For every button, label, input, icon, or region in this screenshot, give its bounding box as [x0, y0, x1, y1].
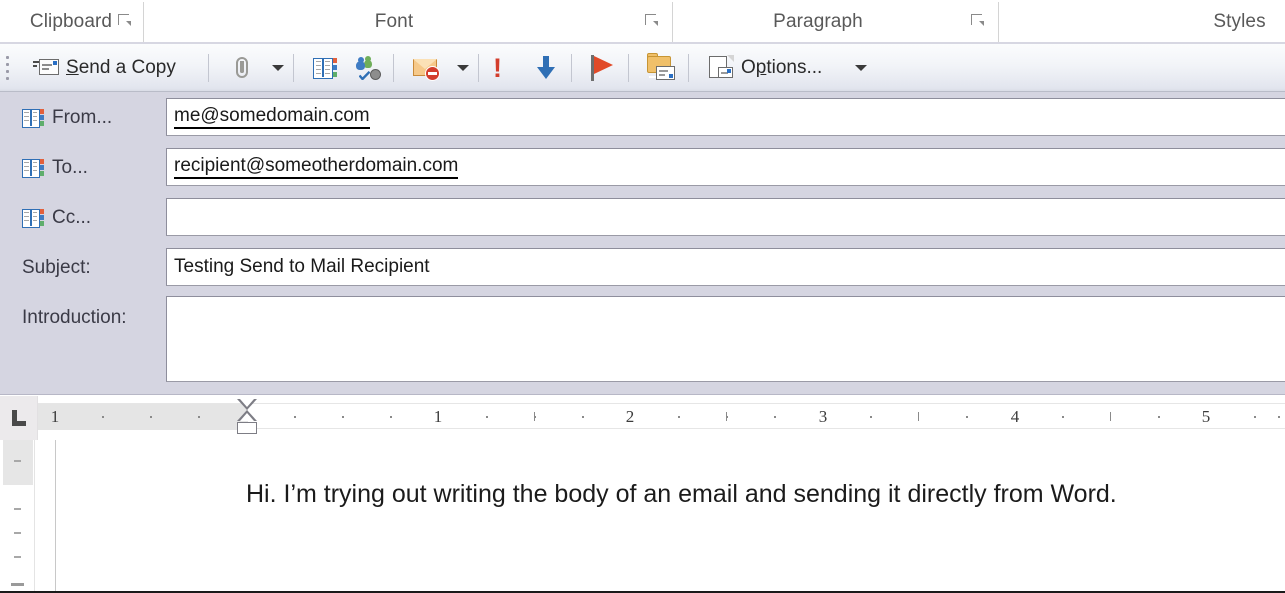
subject-value: Testing Send to Mail Recipient	[174, 256, 430, 277]
save-sent-to-button[interactable]	[640, 50, 682, 86]
word-mail-envelope-screen: Clipboard Font Paragraph Styles Send a C…	[0, 0, 1285, 593]
exclamation-icon: !	[493, 52, 502, 83]
introduction-field[interactable]	[166, 296, 1285, 382]
ribbon-group-label-paragraph: Paragraph	[773, 11, 863, 32]
address-book-icon	[313, 57, 337, 79]
ruler-number: 1	[50, 407, 60, 426]
ruler-left-margin-zone	[38, 404, 248, 430]
send-a-copy-label: Send a Copy	[66, 57, 176, 78]
toolbar-separator-5	[571, 54, 572, 82]
ribbon-group-paragraph: Paragraph	[673, 0, 963, 44]
do-not-deliver-button[interactable]	[406, 50, 446, 86]
address-book-icon	[22, 108, 44, 128]
cc-label-button[interactable]: Cc...	[22, 202, 91, 234]
envelope-header-pane: From... me@somedomain.com To... recipien…	[0, 92, 1285, 395]
from-value: me@somedomain.com	[174, 105, 370, 129]
to-field[interactable]: recipient@someotherdomain.com	[166, 148, 1285, 186]
options-button[interactable]: Options...	[700, 50, 831, 86]
address-book-button[interactable]	[306, 50, 344, 86]
to-label-button[interactable]: To...	[22, 152, 88, 184]
ruler-number: 1	[433, 407, 443, 426]
chevron-down-icon	[457, 65, 469, 71]
do-not-deliver-dropdown-button[interactable]	[450, 50, 476, 86]
left-indent-marker[interactable]	[237, 422, 257, 434]
attach-file-button[interactable]	[225, 50, 259, 86]
cc-field[interactable]	[166, 198, 1285, 236]
paragraph-dialog-launcher-icon[interactable]	[971, 14, 984, 27]
toolbar-separator-4	[478, 54, 479, 82]
toolbar-separator-2	[293, 54, 294, 82]
to-value: recipient@someotherdomain.com	[174, 155, 459, 179]
options-dropdown-button[interactable]	[848, 50, 874, 86]
tab-stop-selector-button[interactable]	[0, 396, 38, 440]
down-arrow-icon	[536, 56, 556, 80]
chevron-down-icon	[272, 65, 284, 71]
introduction-label: Introduction:	[22, 302, 127, 334]
options-page-icon	[709, 55, 734, 80]
ribbon-group-font: Font	[144, 0, 644, 44]
flag-icon	[591, 55, 615, 81]
document-area: Hi. I’m trying out writing the body of a…	[0, 440, 1285, 593]
envelope-toolbar: Send a Copy ! Options...	[0, 44, 1285, 92]
low-importance-button[interactable]	[528, 50, 564, 86]
vertical-ruler-margin-zone	[3, 440, 33, 485]
attach-file-dropdown-button[interactable]	[265, 50, 291, 86]
check-names-icon	[355, 56, 381, 80]
toolbar-separator-3	[393, 54, 394, 82]
horizontal-ruler[interactable]: 1 1 2 3 4 5	[38, 403, 1285, 430]
ribbon-group-label-clipboard: Clipboard	[29, 11, 113, 32]
font-dialog-launcher-icon[interactable]	[645, 14, 658, 27]
check-names-button[interactable]	[348, 50, 388, 86]
send-a-copy-icon	[33, 58, 59, 78]
cc-label-text: Cc...	[52, 207, 92, 228]
vertical-ruler[interactable]	[0, 440, 35, 591]
subject-field[interactable]: Testing Send to Mail Recipient	[166, 248, 1285, 286]
toolbar-separator-6	[628, 54, 629, 82]
chevron-down-icon	[855, 65, 867, 71]
ruler-number: 4	[1010, 407, 1020, 426]
toolbar-separator-1	[208, 54, 209, 82]
introduction-label-text: Introduction:	[22, 307, 127, 328]
horizontal-ruler-strip: 1 1 2 3 4 5	[0, 396, 1285, 440]
high-importance-button[interactable]: !	[484, 50, 511, 86]
toolbar-grip-handle[interactable]	[6, 56, 10, 80]
ruler-number: 3	[818, 407, 828, 426]
address-book-icon	[22, 158, 44, 178]
from-field[interactable]: me@somedomain.com	[166, 98, 1285, 136]
address-book-icon	[22, 208, 44, 228]
from-label-text: From...	[52, 107, 113, 128]
send-a-copy-button[interactable]: Send a Copy	[24, 50, 185, 86]
ribbon-group-label-strip: Clipboard Font Paragraph Styles	[0, 0, 1285, 44]
subject-label: Subject:	[22, 252, 91, 284]
toolbar-separator-7	[688, 54, 689, 82]
subject-label-text: Subject:	[22, 257, 91, 278]
ribbon-group-styles: Styles	[999, 0, 1285, 44]
follow-up-flag-button[interactable]	[584, 50, 622, 86]
folder-envelope-icon	[647, 53, 675, 80]
ribbon-group-label-font: Font	[374, 11, 414, 32]
document-page[interactable]: Hi. I’m trying out writing the body of a…	[56, 440, 1285, 591]
to-label-text: To...	[52, 157, 88, 178]
ruler-number: 5	[1201, 407, 1211, 426]
left-tab-stop-icon	[11, 410, 26, 426]
from-label-button[interactable]: From...	[22, 102, 112, 134]
checkmark-glyph	[359, 71, 370, 80]
paperclip-icon	[232, 56, 252, 80]
document-paragraph: Hi. I’m trying out writing the body of a…	[246, 480, 1117, 508]
blocked-envelope-icon	[413, 58, 440, 81]
options-label: Options...	[741, 57, 823, 78]
ribbon-group-label-styles: Styles	[1213, 11, 1266, 32]
clipboard-dialog-launcher-icon[interactable]	[118, 14, 131, 27]
